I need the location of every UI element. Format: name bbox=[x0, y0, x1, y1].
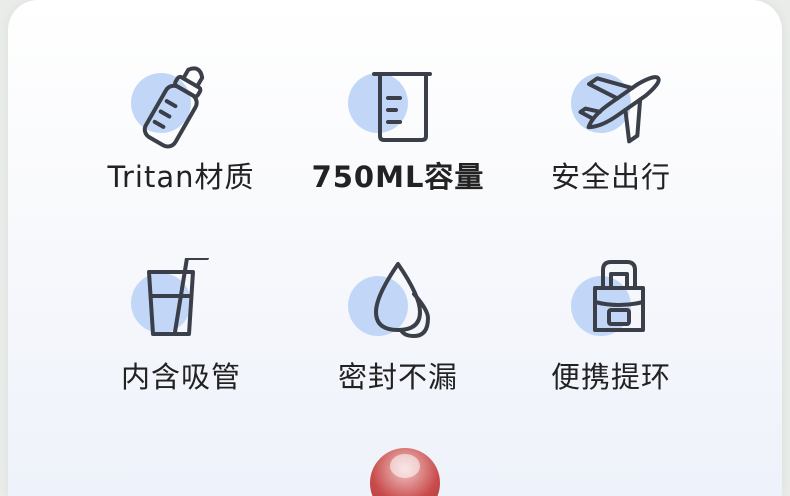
feature-label: 内含吸管 bbox=[120, 360, 241, 394]
airplane-icon bbox=[511, 58, 711, 168]
feature-panel: Tritan材质 750ML容量 安全出行 内含吸管 密封不漏 便携提环 bbox=[8, 0, 782, 496]
cup-with-straw-icon bbox=[81, 258, 281, 368]
feature-travel: 安全出行 bbox=[511, 58, 711, 228]
feature-label: 密封不漏 bbox=[337, 360, 458, 394]
feature-capacity: 750ML容量 bbox=[298, 58, 498, 228]
measuring-beaker-icon bbox=[298, 58, 498, 168]
feature-straw: 内含吸管 bbox=[81, 258, 281, 428]
feature-label: 便携提环 bbox=[550, 360, 671, 394]
carry-handle-bottle-icon bbox=[511, 258, 711, 368]
product-image-peek bbox=[370, 448, 440, 496]
feature-label: 750ML容量 bbox=[311, 160, 485, 194]
feature-tritan: Tritan材质 bbox=[81, 58, 281, 228]
feature-label: 安全出行 bbox=[550, 160, 671, 194]
water-drops-icon bbox=[298, 258, 498, 368]
feature-label: Tritan材质 bbox=[107, 160, 255, 194]
feature-handle: 便携提环 bbox=[511, 258, 711, 428]
feature-sealed: 密封不漏 bbox=[298, 258, 498, 428]
baby-bottle-icon bbox=[81, 58, 281, 168]
